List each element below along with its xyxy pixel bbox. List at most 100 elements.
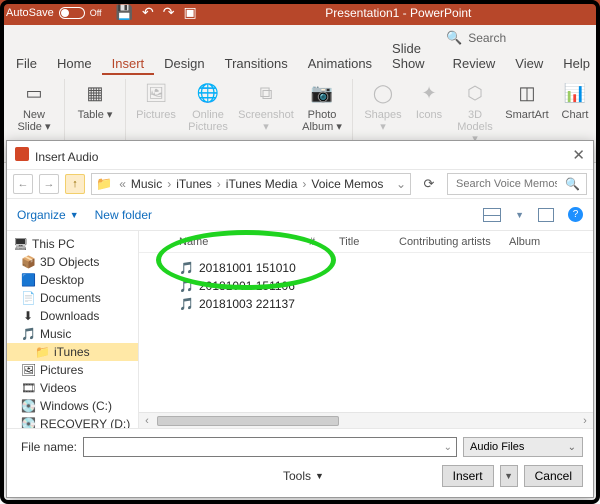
tab-home[interactable]: Home (47, 52, 102, 75)
refresh-button[interactable]: ⟳ (417, 176, 441, 192)
tools-button[interactable]: Tools ▼ (283, 469, 324, 483)
tab-view[interactable]: View (505, 52, 553, 75)
file-row[interactable]: 🎵20181001 151010 (179, 259, 593, 277)
smartart-button[interactable]: ◫ SmartArt (503, 79, 551, 121)
online-pictures-icon: 🌐 (194, 79, 222, 107)
autosave-toggle[interactable]: AutoSave Off (6, 7, 102, 19)
chart-icon: 📊 (561, 79, 589, 107)
tree-videos[interactable]: 🎞Videos (7, 379, 138, 397)
tab-slideshow[interactable]: Slide Show (382, 37, 443, 75)
autosave-state: Off (90, 8, 102, 18)
new-slide-button[interactable]: ▭ New Slide ▾ (12, 79, 56, 133)
col-contributing[interactable]: Contributing artists (399, 236, 509, 248)
file-row[interactable]: 🎵20181001 151106 (179, 277, 593, 295)
help-icon[interactable]: ? (568, 207, 583, 222)
chart-button[interactable]: 📊 Chart (557, 79, 593, 121)
photo-album-icon: 📷 (308, 79, 336, 107)
search-placeholder: Search (468, 31, 506, 45)
file-rows: 🎵20181001 151010 🎵20181001 151106 🎵20181… (139, 253, 593, 412)
undo-icon[interactable]: ↶ (142, 4, 154, 21)
tree-3d-objects[interactable]: 📦3D Objects (7, 253, 138, 271)
smartart-icon: ◫ (513, 79, 541, 107)
file-row[interactable]: 🎵20181003 221137 (179, 295, 593, 313)
dialog-title: Insert Audio (35, 150, 98, 164)
online-pictures-button[interactable]: 🌐 Online Pictures (184, 79, 232, 133)
audio-file-icon: 🎵 (179, 297, 193, 311)
audio-file-icon: 🎵 (179, 279, 193, 293)
search-folder-field[interactable] (454, 177, 559, 191)
col-album[interactable]: Album (509, 236, 569, 248)
organize-button[interactable]: Organize ▼ (17, 208, 79, 222)
titlebar: AutoSave Off 💾 ↶ ↷ ▣ Presentation1 - Pow… (0, 0, 600, 25)
search-box[interactable]: 🔍 Search (446, 25, 506, 50)
folder-icon: 📁 (96, 176, 112, 192)
3d-models-button[interactable]: ⬡ 3D Models ▾ (453, 79, 497, 145)
save-icon[interactable]: 💾 (116, 4, 133, 21)
folder-tree[interactable]: 🖥This PC 📦3D Objects 🟦Desktop 📄Documents… (7, 231, 139, 428)
redo-icon[interactable]: ↷ (163, 4, 175, 21)
toggle-switch-icon (59, 7, 85, 19)
preview-pane-icon[interactable] (538, 208, 554, 222)
icons-icon: ✦ (415, 79, 443, 107)
tree-downloads[interactable]: ⬇Downloads (7, 307, 138, 325)
screenshot-button[interactable]: ⧉ Screenshot ▾ (238, 79, 294, 133)
cancel-button[interactable]: Cancel (524, 465, 583, 487)
tab-design[interactable]: Design (154, 52, 214, 75)
file-name-input[interactable]: ⌄ (83, 437, 457, 457)
pictures-button[interactable]: 🖼 Pictures (134, 79, 178, 121)
tree-recovery-d[interactable]: 💽RECOVERY (D:) (7, 415, 138, 428)
up-button[interactable]: ↑ (65, 174, 85, 194)
tab-transitions[interactable]: Transitions (215, 52, 298, 75)
audio-file-icon: 🎵 (179, 261, 193, 275)
col-name[interactable]: Name (179, 236, 309, 248)
forward-button[interactable]: → (39, 174, 59, 194)
horizontal-scrollbar[interactable]: ‹› (139, 412, 593, 428)
file-list: Name # Title Contributing artists Album … (139, 231, 593, 428)
tree-pictures[interactable]: 🖼Pictures (7, 361, 138, 379)
back-button[interactable]: ← (13, 174, 33, 194)
search-icon: 🔍 (565, 177, 580, 191)
col-title[interactable]: Title (339, 236, 399, 248)
close-icon[interactable]: ✕ (572, 146, 585, 164)
insert-audio-dialog: Insert Audio ✕ ← → ↑ 📁 « Music› iTunes› … (6, 140, 594, 498)
tree-itunes[interactable]: 📁iTunes (7, 343, 138, 361)
col-number[interactable]: # (309, 236, 339, 248)
insert-button[interactable]: Insert (442, 465, 494, 487)
tab-file[interactable]: File (6, 52, 47, 75)
pictures-icon: 🖼 (142, 79, 170, 107)
tree-documents[interactable]: 📄Documents (7, 289, 138, 307)
table-button[interactable]: ▦ Table ▾ (73, 79, 117, 121)
new-folder-button[interactable]: New folder (95, 208, 152, 222)
cube-icon: ⬡ (461, 79, 489, 107)
search-icon: 🔍 (446, 30, 462, 46)
shapes-button[interactable]: ◯ Shapes ▾ (361, 79, 405, 133)
shapes-icon: ◯ (369, 79, 397, 107)
file-type-select[interactable]: Audio Files⌄ (463, 437, 583, 457)
tree-this-pc[interactable]: 🖥This PC (7, 235, 138, 253)
tree-desktop[interactable]: 🟦Desktop (7, 271, 138, 289)
searchbar: 🔍 Search (0, 25, 600, 50)
insert-dropdown-button[interactable]: ▼ (500, 465, 518, 487)
ribbon-tabs: File Home Insert Design Transitions Anim… (0, 50, 600, 75)
table-icon: ▦ (81, 79, 109, 107)
photo-album-button[interactable]: 📷 Photo Album ▾ (300, 79, 344, 133)
icons-button[interactable]: ✦ Icons (411, 79, 447, 121)
column-headers[interactable]: Name # Title Contributing artists Album (139, 231, 593, 253)
dialog-footer: File name: ⌄ Audio Files⌄ Tools ▼ Insert… (7, 428, 593, 497)
tab-review[interactable]: Review (443, 52, 506, 75)
file-name-label: File name: (17, 440, 77, 454)
screenshot-icon: ⧉ (252, 79, 280, 107)
tab-help[interactable]: Help (553, 52, 600, 75)
dialog-nav: ← → ↑ 📁 « Music› iTunes› iTunes Media› V… (7, 169, 593, 199)
breadcrumb[interactable]: 📁 « Music› iTunes› iTunes Media› Voice M… (91, 173, 411, 195)
tree-music[interactable]: 🎵Music (7, 325, 138, 343)
new-slide-icon: ▭ (20, 79, 48, 107)
tab-insert[interactable]: Insert (102, 52, 155, 75)
tree-windows-c[interactable]: 💽Windows (C:) (7, 397, 138, 415)
powerpoint-icon (15, 147, 29, 161)
search-folder-input[interactable]: 🔍 (447, 173, 587, 195)
slideshow-icon[interactable]: ▣ (183, 4, 196, 21)
view-options-icon[interactable] (483, 208, 501, 222)
tab-animations[interactable]: Animations (298, 52, 382, 75)
dialog-toolbar: Organize ▼ New folder ▼ ? (7, 199, 593, 231)
